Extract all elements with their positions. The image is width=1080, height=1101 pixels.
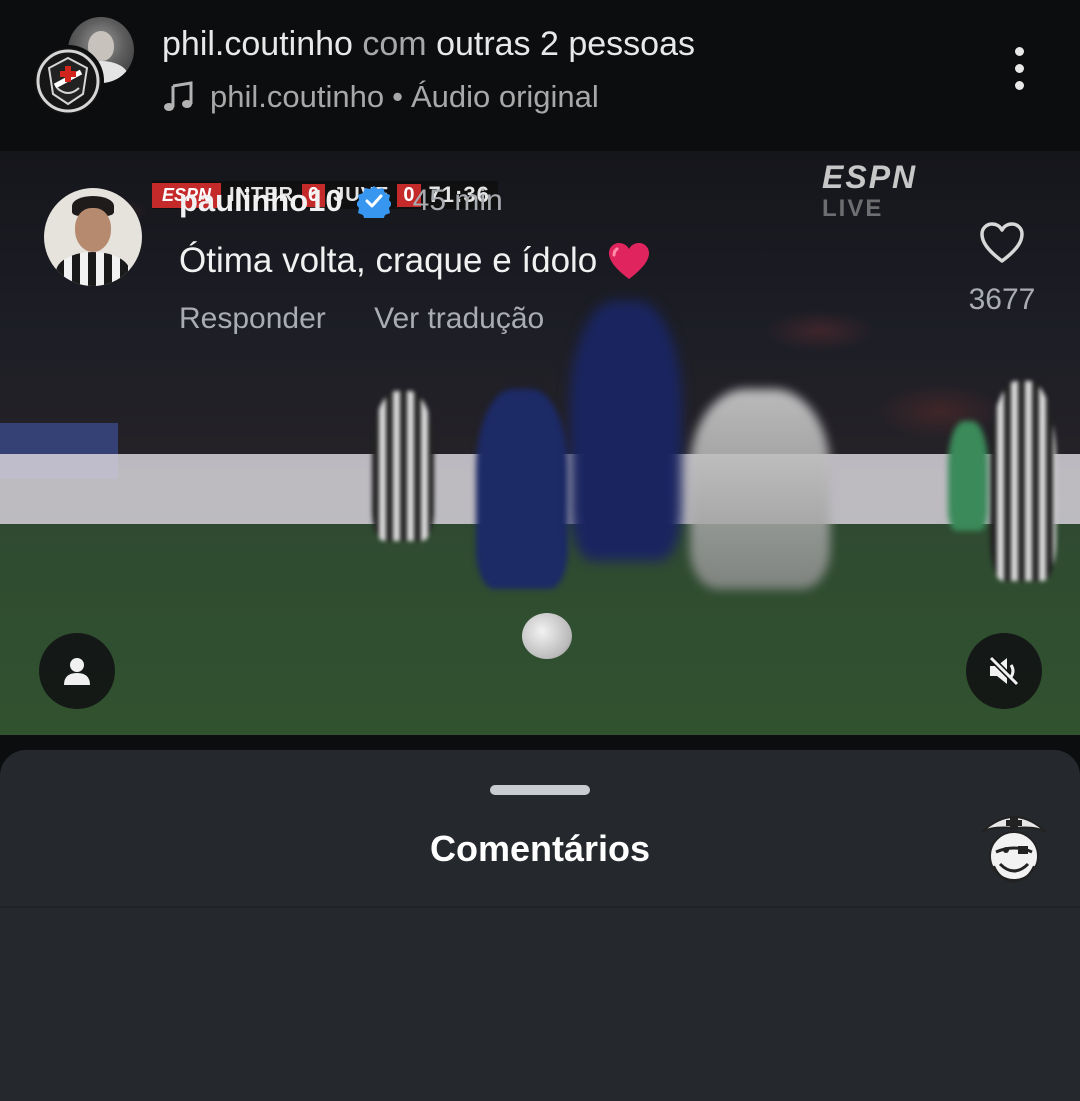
more-dot	[1014, 46, 1024, 56]
comments-sheet: Comentários	[0, 750, 1080, 1101]
muted-speaker-icon	[988, 655, 1020, 687]
comment-header: paulinho10 45 min	[179, 180, 503, 222]
with-text: com	[362, 25, 427, 63]
more-options-button[interactable]	[996, 40, 1042, 96]
like-heart-icon[interactable]	[978, 221, 1026, 265]
more-dot	[1014, 80, 1024, 90]
post-header: phil.coutinho com outras 2 pessoas phil.…	[0, 0, 1080, 138]
comment-text: Ótima volta, craque e ídolo	[179, 241, 598, 280]
audio-owner: phil.coutinho	[210, 79, 385, 114]
audio-attribution[interactable]: phil.coutinho • Áudio original	[162, 76, 599, 118]
sheet-drag-handle[interactable]	[490, 785, 590, 795]
reply-button[interactable]: Responder	[179, 302, 326, 335]
collaborators-link[interactable]: outras 2 pessoas	[436, 25, 695, 63]
audio-separator: •	[392, 79, 403, 114]
red-heart-emoji-icon	[609, 243, 650, 279]
player-inter-1	[476, 389, 568, 589]
author-username[interactable]: phil.coutinho	[162, 25, 353, 63]
mute-toggle-button[interactable]	[966, 633, 1042, 709]
player-juve-mid	[690, 389, 830, 589]
goalkeeper	[948, 421, 988, 531]
player-juve-right	[990, 381, 1056, 581]
comments-title: Comentários	[429, 828, 651, 869]
avatar-shirt	[56, 252, 130, 286]
sheet-divider	[0, 906, 1080, 908]
post-title[interactable]: phil.coutinho com outras 2 pessoas	[162, 22, 695, 66]
verified-badge-icon	[356, 186, 391, 218]
commenter-username[interactable]: paulinho10	[179, 180, 343, 222]
audio-label: Áudio original	[410, 79, 599, 114]
music-note-icon	[164, 81, 193, 111]
live-watermark: LIVE	[822, 195, 884, 222]
comment-body: Ótima volta, craque e ídolo	[179, 238, 651, 284]
vasco-crest-icon	[36, 49, 100, 113]
comment-actions: Responder Ver tradução	[179, 298, 584, 340]
player-juve-left	[372, 391, 434, 541]
player-inter-2	[570, 301, 682, 561]
commenter-avatar[interactable]	[44, 188, 142, 286]
broadcast-watermark: ESPN	[822, 159, 918, 195]
football	[522, 613, 572, 659]
comment-time: 45 min	[412, 184, 503, 217]
person-icon	[64, 658, 90, 685]
vasco-pirate-mascot-icon[interactable]	[976, 806, 1052, 886]
tagged-people-button[interactable]	[39, 633, 115, 709]
avatar-face	[75, 208, 111, 252]
like-count: 3677	[968, 283, 1036, 316]
author-avatar-crest[interactable]	[32, 45, 104, 117]
more-dot	[1014, 63, 1024, 73]
translate-button[interactable]: Ver tradução	[374, 302, 544, 335]
